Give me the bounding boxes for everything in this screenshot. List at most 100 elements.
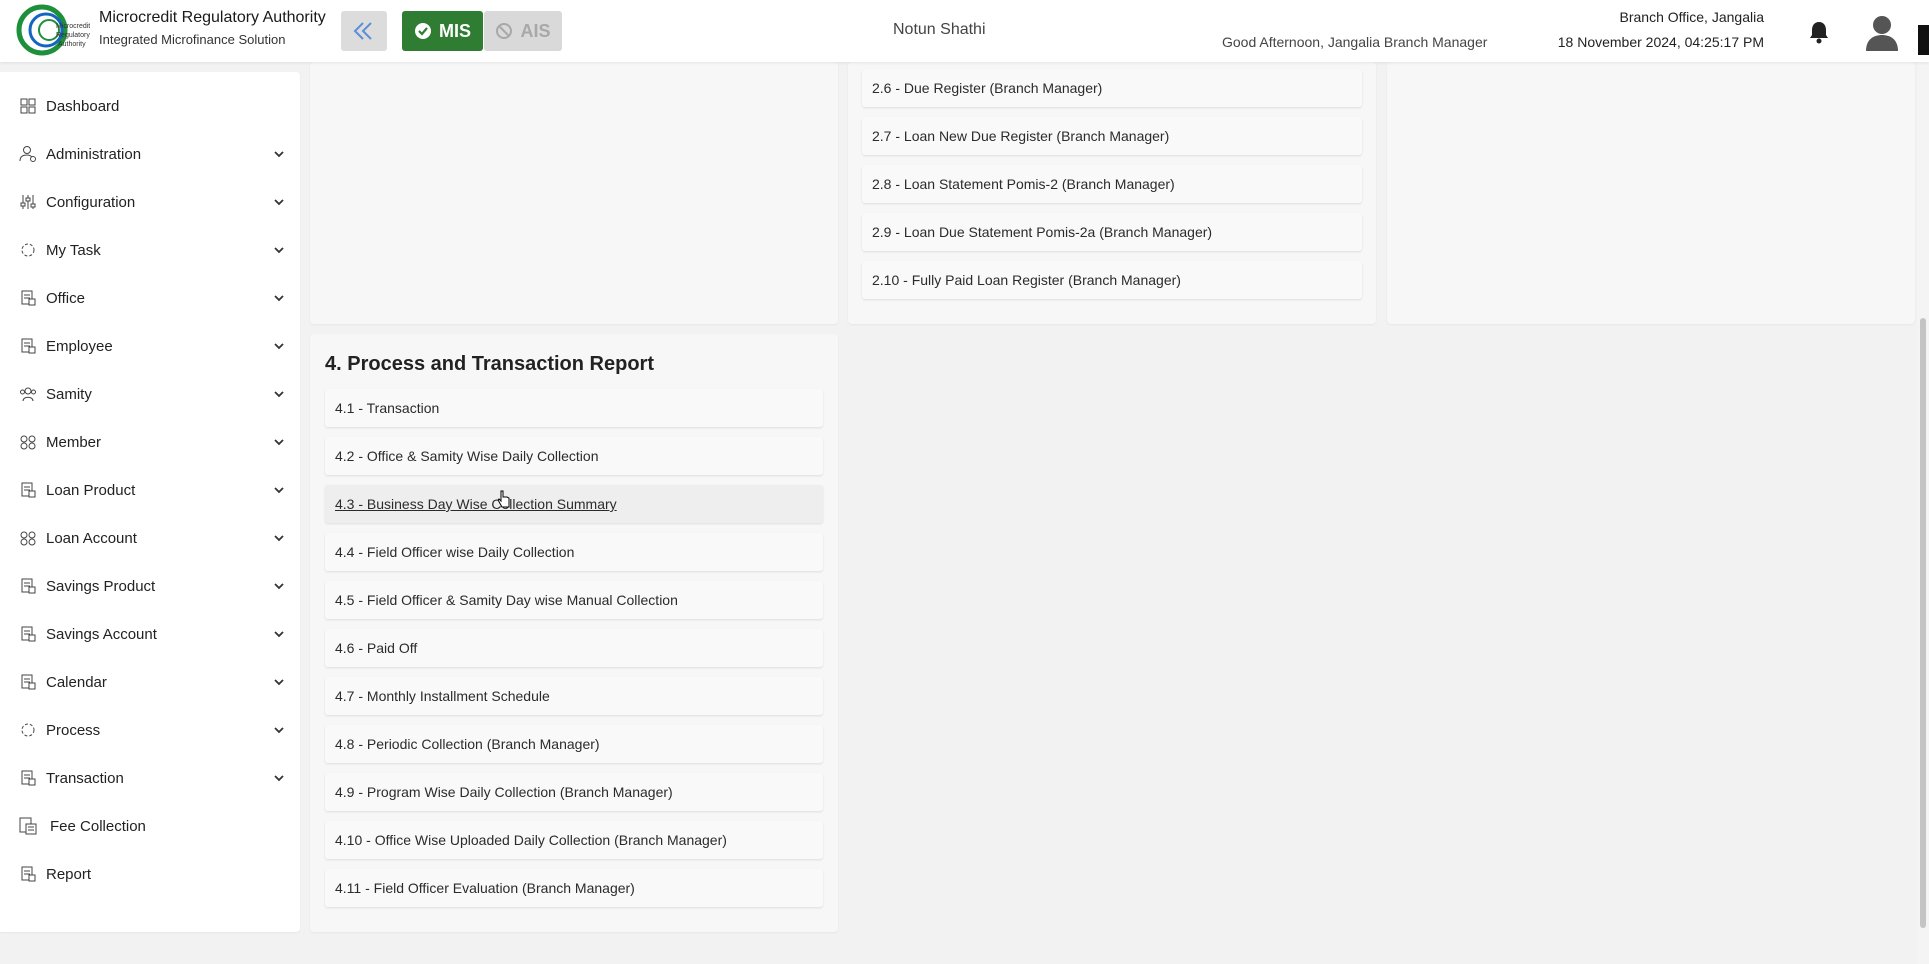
check-circle-icon: [414, 23, 431, 39]
greeting-text: Good Afternoon, Jangalia Branch Manager: [1222, 34, 1488, 50]
svg-text:Regulatory: Regulatory: [56, 32, 90, 39]
mis-button[interactable]: MIS: [402, 11, 483, 51]
loan-report-link[interactable]: 2.10 - Fully Paid Loan Register (Branch …: [862, 261, 1362, 299]
chevron-down-icon: [272, 723, 286, 737]
document-icon: [19, 625, 37, 643]
loan-report-link[interactable]: 2.9 - Loan Due Statement Pomis-2a (Branc…: [862, 213, 1362, 251]
loan-report-link[interactable]: 2.6 - Due Register (Branch Manager): [862, 69, 1362, 107]
sidebar-item-calendar[interactable]: Calendar: [0, 662, 300, 702]
sidebar-item-label: Configuration: [46, 193, 136, 211]
sidebar-item-administration[interactable]: Administration: [0, 134, 300, 174]
collapse-sidebar-button[interactable]: [341, 11, 387, 51]
document-icon: [19, 865, 37, 883]
sidebar-item-dashboard[interactable]: Dashboard: [0, 86, 300, 126]
sidebar-item-office[interactable]: Office: [0, 278, 300, 318]
loan-report-link[interactable]: 2.7 - Loan New Due Register (Branch Mana…: [862, 117, 1362, 155]
document-icon: [19, 577, 37, 595]
sidebar-item-samity[interactable]: Samity: [0, 374, 300, 414]
process-report-link[interactable]: 4.1 - Transaction: [325, 389, 823, 427]
sidebar-item-label: Loan Product: [46, 481, 136, 499]
user-cog-icon: [19, 145, 37, 163]
ais-button[interactable]: AIS: [484, 11, 562, 51]
dashed-circle-icon: [19, 241, 37, 259]
chevron-down-icon: [272, 675, 286, 689]
sidebar-item-label: Calendar: [46, 673, 107, 691]
document-icon: [19, 481, 37, 499]
sidebar-item-savings-product[interactable]: Savings Product: [0, 566, 300, 606]
members-icon: [19, 433, 37, 451]
branch-office-label: Branch Office, Jangalia: [1619, 9, 1765, 25]
process-report-link[interactable]: 4.10 - Office Wise Uploaded Daily Collec…: [325, 821, 823, 859]
sidebar-item-configuration[interactable]: Configuration: [0, 182, 300, 222]
sidebar-item-transaction[interactable]: Transaction: [0, 758, 300, 798]
sidebar-item-loan-product[interactable]: Loan Product: [0, 470, 300, 510]
sidebar-item-label: Report: [46, 865, 92, 883]
sidebar-item-label: Savings Account: [46, 625, 157, 643]
sidebar-item-label: Samity: [46, 385, 92, 403]
hand-pointer-cursor: [498, 490, 510, 508]
chevron-down-icon: [272, 387, 286, 401]
process-report-link[interactable]: 4.6 - Paid Off: [325, 629, 823, 667]
sidebar-item-loan-account[interactable]: Loan Account: [0, 518, 300, 558]
current-datetime: 18 November 2024, 04:25:17 PM: [1557, 34, 1764, 50]
report-card-right-top: [1387, 62, 1915, 324]
sidebar-item-process[interactable]: Process: [0, 710, 300, 750]
sidebar-item-report[interactable]: Report: [0, 854, 300, 894]
chevron-down-icon: [272, 531, 286, 545]
chevron-down-icon: [272, 483, 286, 497]
report-card-left-top: [310, 62, 838, 324]
mra-logo: Microcredit Regulatory Authority: [16, 4, 90, 56]
edge-tab[interactable]: [1918, 25, 1929, 55]
sidebar-item-label: Employee: [46, 337, 113, 355]
sidebar-item-label: Transaction: [46, 769, 124, 787]
chevron-down-icon: [272, 243, 286, 257]
sidebar-item-label: Dashboard: [46, 97, 120, 115]
user-avatar-icon[interactable]: [1864, 13, 1900, 51]
process-report-link[interactable]: 4.9 - Program Wise Daily Collection (Bra…: [325, 773, 823, 811]
sidebar-item-label: Savings Product: [46, 577, 156, 595]
top-header: Microcredit Regulatory Authority Microcr…: [0, 0, 1929, 62]
brand-subtitle: Integrated Microfinance Solution: [99, 32, 286, 47]
sidebar-item-label: Loan Account: [46, 529, 137, 547]
document-icon: [19, 337, 37, 355]
mis-label: MIS: [438, 20, 471, 41]
sidebar-item-fee-collection[interactable]: Fee Collection: [0, 806, 300, 846]
sidebar-item-label: Fee Collection: [50, 817, 146, 835]
scrollbar-thumb[interactable]: [1920, 318, 1926, 928]
sidebar-item-label: Administration: [46, 145, 142, 163]
grid-icon: [19, 97, 37, 115]
sliders-icon: [19, 193, 37, 211]
chevron-down-icon: [272, 147, 286, 161]
fee-icon: [19, 817, 37, 835]
process-report-link[interactable]: 4.8 - Periodic Collection (Branch Manage…: [325, 725, 823, 763]
sidebar-item-savings-account[interactable]: Savings Account: [0, 614, 300, 654]
chevron-down-icon: [272, 627, 286, 641]
loan-report-link[interactable]: 2.8 - Loan Statement Pomis-2 (Branch Man…: [862, 165, 1362, 203]
dashed-circle-icon: [19, 721, 37, 739]
organization-name: Notun Shathi: [893, 21, 986, 38]
sidebar-item-label: Process: [46, 721, 101, 739]
sidebar-item-member[interactable]: Member: [0, 422, 300, 462]
process-report-link[interactable]: 4.11 - Field Officer Evaluation (Branch …: [325, 869, 823, 907]
document-icon: [19, 289, 37, 307]
svg-text:Microcredit: Microcredit: [56, 23, 90, 30]
chevron-down-icon: [272, 291, 286, 305]
process-report-link[interactable]: 4.7 - Monthly Installment Schedule: [325, 677, 823, 715]
sidebar: Dashboard Administration Configuration My T…: [0, 72, 300, 932]
document-icon: [19, 769, 37, 787]
document-icon: [19, 673, 37, 691]
process-report-link[interactable]: 4.5 - Field Officer & Samity Day wise Ma…: [325, 581, 823, 619]
sidebar-item-label: Member: [46, 433, 102, 451]
group-icon: [19, 385, 37, 403]
brand-title: Microcredit Regulatory Authority: [99, 9, 326, 26]
loan-report-card: 2.6 - Due Register (Branch Manager) 2.7 -…: [848, 62, 1376, 324]
process-report-link[interactable]: 4.3 - Business Day Wise Collection Summa…: [325, 485, 823, 523]
sidebar-item-label: My Task: [46, 241, 101, 259]
chevron-down-icon: [272, 435, 286, 449]
sidebar-item-my-task[interactable]: My Task: [0, 230, 300, 270]
svg-text:Authority: Authority: [58, 41, 86, 48]
sidebar-item-employee[interactable]: Employee: [0, 326, 300, 366]
process-report-link[interactable]: 4.4 - Field Officer wise Daily Collectio…: [325, 533, 823, 571]
bell-icon[interactable]: [1808, 20, 1830, 44]
process-report-link[interactable]: 4.2 - Office & Samity Wise Daily Collect…: [325, 437, 823, 475]
